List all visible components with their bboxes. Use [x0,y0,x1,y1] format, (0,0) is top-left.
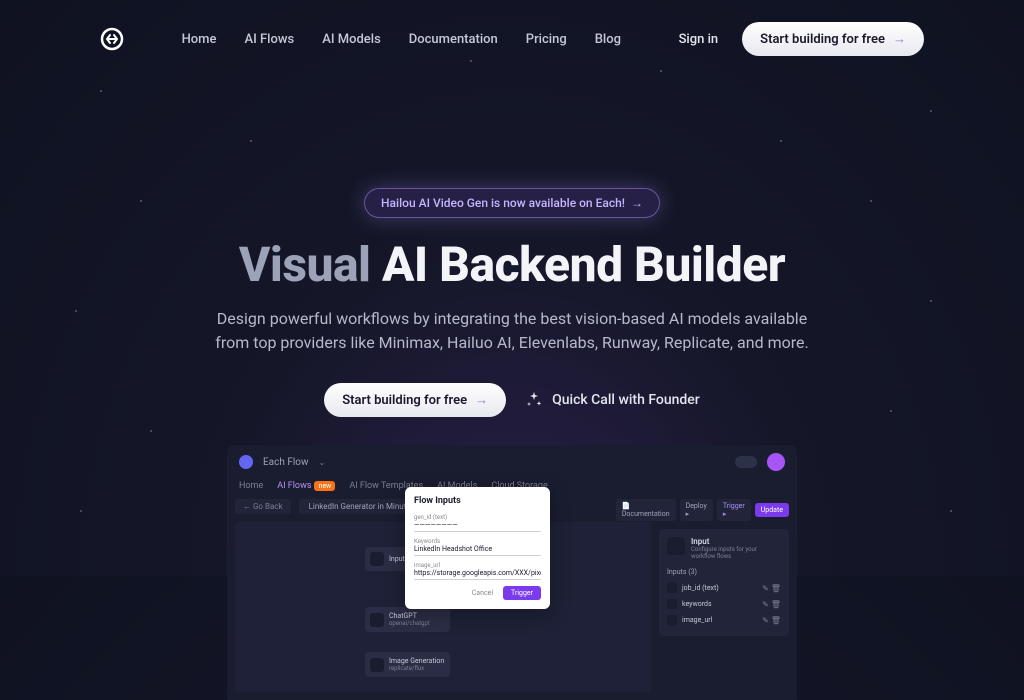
header-right: Sign in Start building for free → [679,22,924,56]
cta-label: Start building for free [760,32,885,47]
start-building-button[interactable]: Start building for free → [742,22,924,56]
chevron-down-icon: ⌄ [319,458,326,467]
app-nav-flows[interactable]: AI Flowsnew [277,481,335,491]
panel-item[interactable]: image_url ✎ 🗑 [667,612,781,628]
back-button[interactable]: ← Go Back [235,499,291,514]
avatar[interactable] [767,453,785,471]
hero-section: Hailou AI Video Gen is now available on … [0,78,1024,417]
item-label: image_url [682,616,712,624]
field-label: Keywords [414,538,541,545]
new-badge: new [314,481,335,491]
item-label: job_id (text) [682,584,719,592]
flow-inputs-modal: Flow Inputs gen_id (text) ———————— Keywo… [405,487,550,609]
main-nav: Home AI Flows AI Models Documentation Pr… [182,32,621,47]
panel-icon [667,537,685,555]
page-title: Visual AI Backend Builder [0,236,1024,293]
field-input[interactable]: https://storage.googleapis.com/XXX/pixel… [414,569,541,580]
trigger-button[interactable]: Trigger [503,586,541,600]
announcement-badge[interactable]: Hailou AI Video Gen is now available on … [364,188,660,218]
node-sub: replicate/flux [389,665,444,672]
node-icon [370,613,384,627]
app-preview: Each Flow ⌄ Home AI Flowsnew AI Flow Tem… [227,445,797,700]
node-icon [370,552,384,566]
theme-toggle[interactable] [735,456,757,468]
field-input[interactable]: LinkedIn Headshot Office [414,545,541,556]
panel-item[interactable]: keywords ✎ 🗑 [667,596,781,612]
node-title: ChatGPT [389,612,430,620]
field-input[interactable]: ———————— [414,521,541,532]
panel-subtitle: Configure inputs for your workflow flows [691,546,781,560]
item-actions[interactable]: ✎ 🗑 [762,584,781,593]
flow-node-image-gen[interactable]: Image Generationreplicate/flux [365,652,450,677]
panel-item[interactable]: job_id (text) ✎ 🗑 [667,580,781,596]
header: Home AI Flows AI Models Documentation Pr… [0,0,1024,78]
title-prefix: Visual [239,236,371,293]
arrow-right-icon: → [475,392,488,408]
subtitle: Design powerful workflows by integrating… [202,307,822,355]
trigger-toolbar-button[interactable]: Trigger ▸ [717,499,751,521]
badge-text: Hailou AI Video Gen is now available on … [381,196,625,210]
nav-ai-flows[interactable]: AI Flows [244,32,294,47]
node-title: Image Generation [389,657,444,665]
workspace-name[interactable]: Each Flow [263,457,309,468]
app-right-panel: 📄 Documentation Deploy ▸ Trigger ▸ Updat… [659,499,789,692]
field-label: image_url [414,562,541,569]
title-main: AI Backend Builder [382,236,785,293]
nav-ai-models[interactable]: AI Models [322,32,381,47]
modal-title: Flow Inputs [414,496,541,506]
toolbar: 📄 Documentation Deploy ▸ Trigger ▸ Updat… [659,499,789,521]
app-body: ← Go Back LinkedIn Generator in Minutes … [235,499,789,692]
item-icon [667,583,677,593]
node-icon [370,658,384,672]
nav-home[interactable]: Home [182,32,217,47]
app-nav-home[interactable]: Home [239,481,263,491]
modal-actions: Cancel Trigger [414,586,541,600]
nav-blog[interactable]: Blog [595,32,621,47]
field-label: gen_id (text) [414,514,541,521]
app-canvas-area: ← Go Back LinkedIn Generator in Minutes … [235,499,651,692]
item-icon [667,615,677,625]
item-label: keywords [682,600,712,608]
item-icon [667,599,677,609]
quick-call-link[interactable]: Quick Call with Founder [526,392,700,408]
nav-pricing[interactable]: Pricing [526,32,567,47]
flow-node-chatgpt[interactable]: ChatGPTopenai/chatgpt [365,607,450,632]
cancel-button[interactable]: Cancel [466,586,499,600]
hero-buttons: Start building for free → Quick Call wit… [0,383,1024,417]
arrow-right-icon: → [631,196,643,210]
item-actions[interactable]: ✎ 🗑 [762,600,781,609]
item-actions[interactable]: ✎ 🗑 [762,616,781,625]
signin-link[interactable]: Sign in [679,32,719,47]
sparkle-icon [526,392,542,408]
app-logo-icon [239,455,253,469]
nav-documentation[interactable]: Documentation [409,32,498,47]
app-bar: Each Flow ⌄ [235,453,789,477]
update-button[interactable]: Update [755,503,789,517]
node-sub: openai/chatgpt [389,620,430,627]
panel-section-label: Inputs (3) [667,568,781,576]
secondary-label: Quick Call with Founder [552,392,700,408]
inputs-panel: Input Configure inputs for your workflow… [659,529,789,636]
logo[interactable] [100,27,124,51]
cta-label: Start building for free [342,393,467,408]
arrow-right-icon: → [893,31,906,47]
deploy-button[interactable]: Deploy ▸ [680,499,713,521]
panel-title: Input [691,537,781,546]
start-building-hero-button[interactable]: Start building for free → [324,383,506,417]
